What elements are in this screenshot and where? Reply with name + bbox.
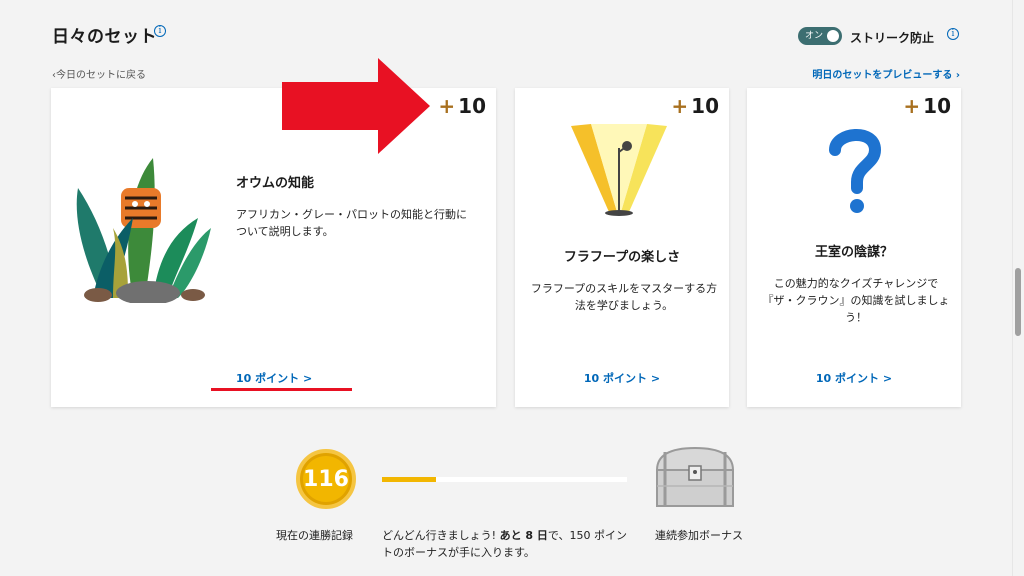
annotation-underline [211, 388, 352, 391]
page-title: 日々のセット [52, 27, 157, 47]
tiger-leaves-illustration [76, 158, 211, 303]
scrollbar-thumb[interactable] [1015, 268, 1021, 336]
streak-progress-track [382, 477, 627, 482]
toggle-state-label: オン [805, 31, 824, 41]
card-points-link[interactable]: 10 ポイント > [236, 370, 312, 386]
annotation-arrow [282, 58, 430, 154]
card-description: フラフープのスキルをマスターする方法を学びましょう。 [530, 282, 718, 312]
card-title: フラフープの楽しさ [563, 250, 681, 265]
streak-message: どんどん行きましょう! あと 8 日で、150 ポイントのボーナスが手に入ります… [382, 527, 632, 561]
points-plus: + [903, 94, 921, 118]
points-plus: + [438, 94, 456, 118]
bonus-label: 連続参加ボーナス [655, 529, 743, 542]
card-the-crown-quiz[interactable]: +10 王室の陰謀？ この魅力的なクイズチャレンジで『ザ・クラウン』の知識を試し… [747, 88, 961, 407]
info-icon[interactable]: i [154, 25, 166, 37]
card-points-link[interactable]: 10 ポイント > [515, 370, 729, 386]
points-value: 10 [458, 94, 486, 118]
card-description: アフリカン・グレー・パロットの知能と行動について説明します。 [236, 208, 467, 238]
question-mark-icon [829, 129, 882, 213]
message-bold: あと 8 日 [499, 529, 548, 542]
preview-tomorrow-link[interactable]: 明日のセットをプレビューする › [812, 66, 960, 81]
treasure-chest-icon [655, 446, 735, 507]
card-points-link[interactable]: 10 ポイント > [747, 370, 961, 386]
streak-count: 116 [303, 466, 349, 492]
streak-progress-fill [382, 477, 436, 482]
points-value: 10 [691, 94, 719, 118]
preview-link-label: 明日のセットをプレビューする [812, 70, 953, 81]
message-prefix: どんどん行きましょう! [382, 529, 500, 542]
card-description: この魅力的なクイズチャレンジで『ザ・クラウン』の知識を試しましょう！ [762, 277, 950, 324]
back-to-today-link[interactable]: ‹今日のセットに戻る [52, 66, 146, 81]
info-icon[interactable]: i [947, 28, 959, 40]
chevron-right-icon: › [952, 70, 960, 81]
streak-protection-label: ストリーク防止 [850, 31, 935, 45]
streak-protection-toggle[interactable]: オン [798, 27, 842, 45]
points-value: 10 [923, 94, 951, 118]
current-streak-label: 現在の連勝記録 [276, 529, 353, 542]
card-points: +10 [671, 94, 719, 118]
card-hula-hoop[interactable]: +10 フラフープの楽しさ フラフープのスキルをマスターする方法を学びましょう。… [515, 88, 729, 407]
card-title: オウムの知能 [236, 176, 315, 191]
spotlight-microphone-illustration [571, 124, 667, 216]
toggle-knob [827, 30, 839, 42]
card-title: 王室の陰謀？ [814, 245, 893, 260]
card-points: +10 [903, 94, 951, 118]
card-points: +10 [438, 94, 486, 118]
back-link-label: 今日のセットに戻る [56, 70, 146, 81]
points-plus: + [671, 94, 689, 118]
streak-count-badge: 116 [296, 449, 356, 509]
